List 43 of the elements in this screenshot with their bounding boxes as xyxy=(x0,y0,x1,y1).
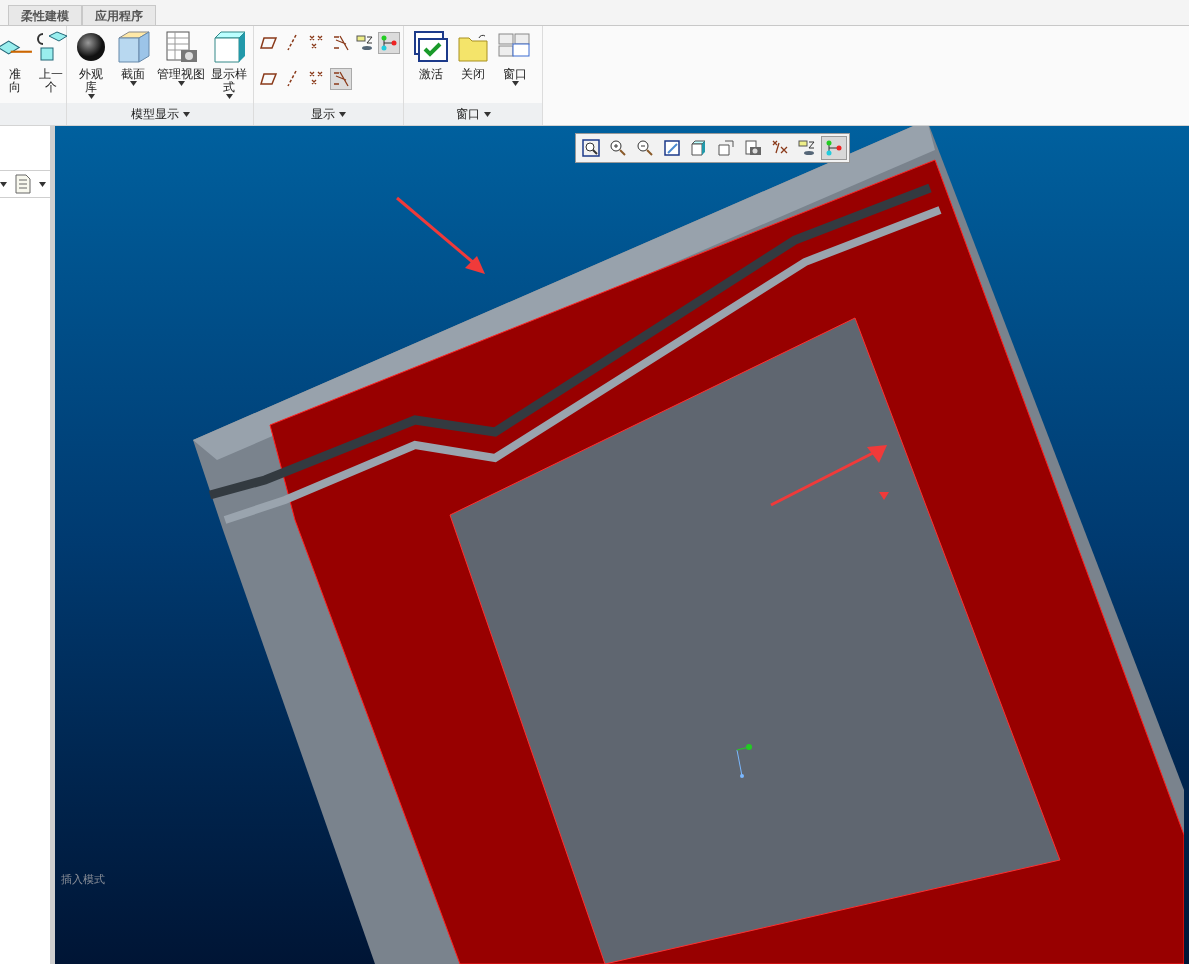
ribbon-button[interactable]: 窗口 xyxy=(495,30,535,86)
ribbon-button[interactable]: 激活 xyxy=(411,30,451,81)
annotation-icon xyxy=(355,34,374,52)
display-toggle[interactable] xyxy=(377,32,400,54)
camera-icon xyxy=(744,139,762,157)
ribbon-button[interactable]: 准 向 xyxy=(0,30,32,94)
ribbon-button[interactable]: 上一 个 xyxy=(34,30,68,94)
saved-views-icon xyxy=(717,139,735,157)
caret-icon xyxy=(39,181,46,187)
ribbon-button[interactable]: 截面 xyxy=(113,30,153,86)
annotation-icon xyxy=(798,139,816,157)
csys-icon xyxy=(331,34,350,52)
view-manager-icon xyxy=(163,30,199,64)
group-label: 模型显示 xyxy=(130,106,179,124)
search-icon xyxy=(582,139,600,157)
ribbon-tab[interactable]: 柔性建模 xyxy=(8,5,82,25)
caret-icon xyxy=(0,181,7,187)
status-text: 插入模式 xyxy=(61,872,105,888)
plane-icon xyxy=(259,34,278,52)
ribbon-button[interactable]: 外观 库 xyxy=(71,30,111,99)
zoom-in-icon xyxy=(609,139,627,157)
caret-icon xyxy=(483,111,491,117)
coordinate-axes-icon xyxy=(733,742,755,778)
caret-icon xyxy=(182,111,190,117)
repaint-icon xyxy=(663,139,681,157)
display-toggle[interactable] xyxy=(329,68,352,90)
ribbon-tab[interactable]: 应用程序 xyxy=(82,5,156,25)
plane-icon xyxy=(259,70,278,88)
ribbon-button[interactable]: 管理视图 xyxy=(155,30,207,86)
window-check-icon xyxy=(413,30,449,64)
csys-icon xyxy=(331,70,350,88)
group-label: 窗口 xyxy=(455,106,480,124)
triangle-icon xyxy=(879,492,889,500)
arrow-icon xyxy=(395,196,487,276)
spin-center-icon xyxy=(825,139,843,157)
zoom-out-icon xyxy=(636,139,654,157)
caret-icon xyxy=(339,111,346,117)
list-icon[interactable] xyxy=(15,174,31,194)
section-icon xyxy=(115,30,151,64)
spin-center-icon xyxy=(379,34,398,52)
ribbon-button[interactable]: 关闭 xyxy=(453,30,493,81)
group-label: 显示 xyxy=(311,106,335,124)
ribbon-button[interactable]: 显示样 式 xyxy=(209,30,249,99)
